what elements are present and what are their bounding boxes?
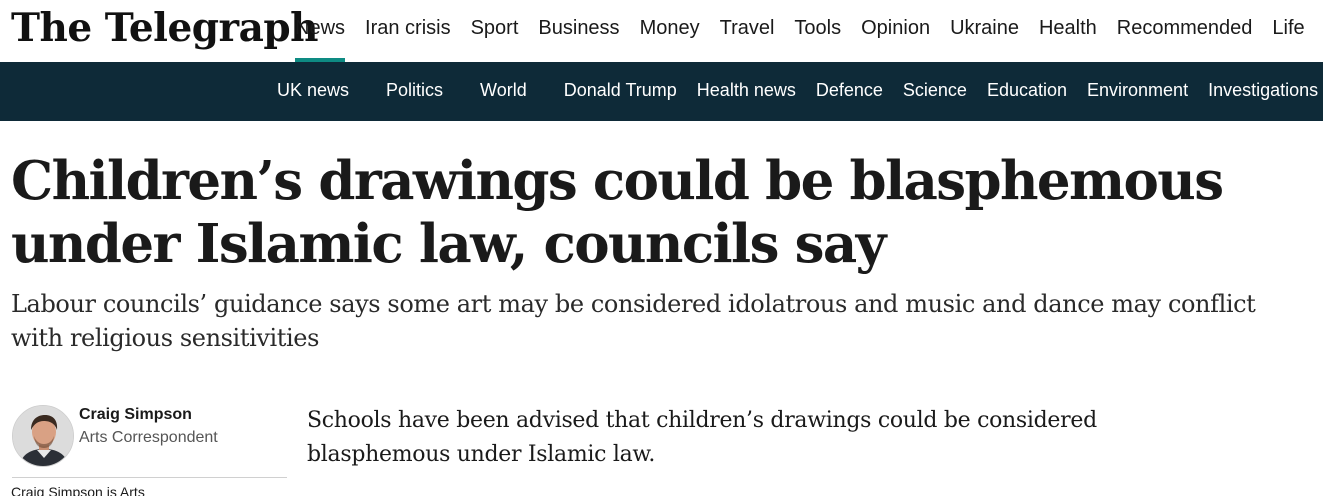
main-nav-item-life[interactable]: Life [1272, 0, 1304, 62]
main-nav-item-iran-crisis[interactable]: Iran crisis [365, 0, 451, 62]
main-nav-item-business[interactable]: Business [538, 0, 619, 62]
subnav-item-defence[interactable]: Defence [816, 62, 883, 121]
main-nav-item-money[interactable]: Money [640, 0, 700, 62]
subnav-item-education[interactable]: Education [987, 62, 1067, 121]
main-nav-item-recommended[interactable]: Recommended [1117, 0, 1253, 62]
subnav-item-donald-trump[interactable]: Donald Trump [564, 62, 677, 121]
main-nav-item-sport[interactable]: Sport [471, 0, 519, 62]
main-nav-item-ukraine[interactable]: Ukraine [950, 0, 1019, 62]
subnav-item-politics[interactable]: Politics [386, 62, 443, 121]
subnav-item-environment[interactable]: Environment [1087, 62, 1188, 121]
subnav-item-health-news[interactable]: Health news [697, 62, 796, 121]
main-nav-item-travel[interactable]: Travel [720, 0, 775, 62]
article-headline: Children’s drawings could be blasphemous… [11, 150, 1224, 275]
telegraph-logo[interactable]: The Telegraph [11, 2, 318, 54]
author-portrait-icon [13, 406, 73, 466]
article-body-paragraph: Schools have been advised that children’… [307, 408, 1097, 467]
main-nav-item-health[interactable]: Health [1039, 0, 1097, 62]
author-avatar[interactable] [12, 405, 74, 467]
subnav-item-science[interactable]: Science [903, 62, 967, 121]
subnav-item-world[interactable]: World [480, 62, 527, 121]
author-role: Arts Correspondent [79, 429, 218, 446]
main-nav: News Iran crisis Sport Business Money Tr… [295, 0, 1323, 63]
author-divider [12, 477, 287, 478]
main-nav-item-tools[interactable]: Tools [794, 0, 841, 62]
author-bio: Craig Simpson is Arts [11, 484, 145, 496]
article-standfirst: Labour councils’ guidance says some art … [11, 290, 1256, 352]
main-nav-item-news[interactable]: News [295, 0, 346, 63]
top-header: The Telegraph News Iran crisis Sport Bus… [0, 0, 1323, 63]
section-subnav: UK news Politics World Donald Trump Heal… [0, 62, 1323, 121]
subnav-item-investigations[interactable]: Investigations [1208, 62, 1318, 121]
main-nav-item-opinion[interactable]: Opinion [861, 0, 930, 62]
author-name[interactable]: Craig Simpson [79, 406, 192, 424]
subnav-item-uk-news[interactable]: UK news [277, 62, 349, 121]
